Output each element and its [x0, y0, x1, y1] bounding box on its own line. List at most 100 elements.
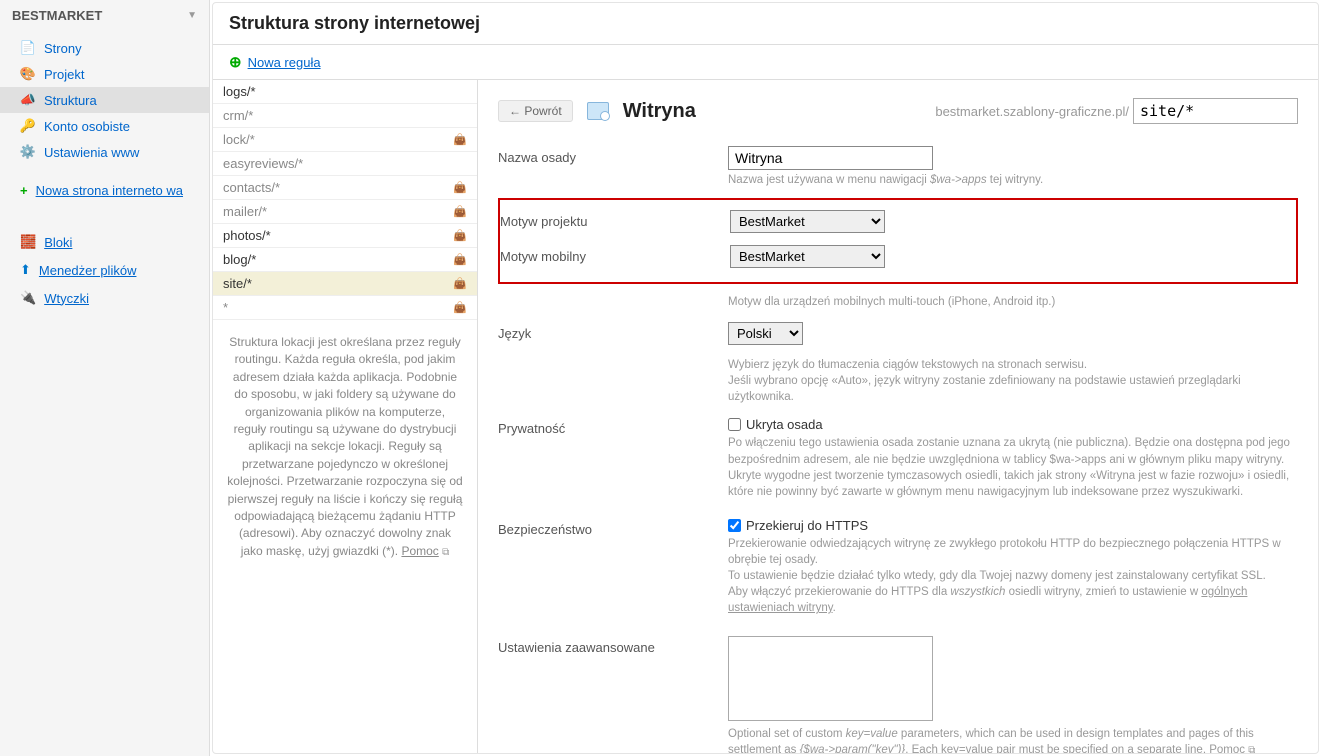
help-link[interactable]: Pomoc	[1209, 744, 1245, 753]
sidebar-nav: 📄 Strony 🎨 Projekt 📣 Struktura 🔑 Konto o…	[0, 31, 209, 177]
external-link-icon: ⧉	[442, 547, 449, 558]
lang-hint: Wybierz język do tłumaczenia ciągów teks…	[728, 357, 1298, 405]
rule-item[interactable]: contacts/* 👜	[213, 176, 477, 200]
sidebar-item-label: Strony	[44, 41, 82, 56]
mobile-theme-label: Motyw mobilny	[500, 245, 730, 264]
sidebar-item-account[interactable]: 🔑 Konto osobiste	[0, 113, 209, 139]
rule-item[interactable]: easyreviews/*	[213, 152, 477, 176]
back-button[interactable]: ← Powrót	[498, 100, 573, 122]
rule-item[interactable]: site/* 👜	[213, 272, 477, 296]
name-hint: Nazwa jest używana w menu nawigacji $wa-…	[728, 172, 1298, 188]
sidebar: BESTMARKET ▼ 📄 Strony 🎨 Projekt 📣 Strukt…	[0, 0, 210, 756]
rule-label: site/*	[223, 276, 252, 291]
privacy-hint: Po włączeniu tego ustawienia osada zosta…	[728, 435, 1298, 499]
rule-label: blog/*	[223, 252, 256, 267]
cart-icon: 👜	[453, 229, 467, 242]
page-icon: 📄	[20, 40, 36, 56]
rule-label: contacts/*	[223, 180, 280, 195]
gear-icon: ⚙️	[20, 144, 36, 160]
rule-item[interactable]: crm/*	[213, 104, 477, 128]
theme-select[interactable]: BestMarket	[730, 210, 885, 233]
advanced-textarea[interactable]	[728, 636, 933, 721]
sidebar-tool-blocks[interactable]: 🧱 Bloki	[0, 228, 209, 256]
privacy-check-label: Ukryta osada	[746, 417, 823, 432]
security-label: Bezpieczeństwo	[498, 518, 728, 537]
rule-label: crm/*	[223, 108, 253, 123]
plus-icon: ⊕	[229, 53, 242, 71]
cart-icon: 👜	[453, 301, 467, 314]
new-site-label: Nowa strona interneto wa	[36, 183, 183, 198]
sidebar-tool-label: Wtyczki	[44, 291, 89, 306]
rule-label: mailer/*	[223, 204, 267, 219]
rule-label: lock/*	[223, 132, 255, 147]
sidebar-item-label: Projekt	[44, 67, 84, 82]
sidebar-item-label: Ustawienia www	[44, 145, 139, 160]
name-label: Nazwa osady	[498, 146, 728, 165]
sidebar-brand[interactable]: BESTMARKET ▼	[0, 0, 209, 31]
main: Struktura strony internetowej ⊕ Nowa reg…	[212, 2, 1319, 754]
page-title: Struktura strony internetowej	[229, 13, 1302, 34]
sidebar-item-label: Konto osobiste	[44, 119, 130, 134]
cart-icon: 👜	[453, 205, 467, 218]
cart-icon: 👜	[453, 277, 467, 290]
mobile-hint: Motyw dla urządzeń mobilnych multi-touch…	[728, 294, 1298, 310]
rules-note: Struktura lokacji jest określana przez r…	[213, 320, 477, 574]
share-icon: 📣	[20, 92, 36, 108]
sidebar-item-structure[interactable]: 📣 Struktura	[0, 87, 209, 113]
rules-list: logs/* crm/* lock/* 👜 easyreviews/* contacts/…	[213, 80, 477, 320]
privacy-checkbox[interactable]	[728, 418, 741, 431]
main-header: Struktura strony internetowej	[213, 3, 1318, 45]
mobile-theme-select[interactable]: BestMarket	[730, 245, 885, 268]
detail-title: Witryna	[623, 100, 696, 123]
help-link[interactable]: Pomoc	[401, 544, 438, 558]
rule-label: logs/*	[223, 84, 256, 99]
sidebar-tool-label: Menedżer plików	[39, 263, 137, 278]
external-link-icon: ⧉	[1248, 745, 1255, 753]
cart-icon: 👜	[453, 133, 467, 146]
name-input[interactable]	[728, 146, 933, 170]
key-icon: 🔑	[20, 118, 36, 134]
rules-column: logs/* crm/* lock/* 👜 easyreviews/* contacts/…	[213, 80, 478, 753]
cart-icon: 👜	[453, 181, 467, 194]
sidebar-tool-filemanager[interactable]: ⬆ Menedżer plików	[0, 256, 209, 284]
new-site-link[interactable]: + Nowa strona interneto wa	[0, 177, 209, 204]
rule-item[interactable]: mailer/* 👜	[213, 200, 477, 224]
plus-icon: +	[20, 183, 28, 198]
rule-item[interactable]: logs/*	[213, 80, 477, 104]
theme-highlight-box: Motyw projektu BestMarket Motyw mobilny …	[498, 198, 1298, 284]
https-check-label: Przekieruj do HTTPS	[746, 518, 868, 533]
sidebar-tool-label: Bloki	[44, 235, 72, 250]
lang-select[interactable]: Polski	[728, 322, 803, 345]
new-rule-bar: ⊕ Nowa reguła	[213, 45, 1318, 80]
advanced-hint: Optional set of custom key=value paramet…	[728, 726, 1298, 753]
sidebar-tool-plugins[interactable]: 🔌 Wtyczki	[0, 284, 209, 312]
rule-label: *	[223, 300, 228, 315]
sidebar-item-label: Struktura	[44, 93, 97, 108]
upload-icon: ⬆	[20, 262, 31, 278]
rule-item[interactable]: lock/* 👜	[213, 128, 477, 152]
palette-icon: 🎨	[20, 66, 36, 82]
new-rule-link[interactable]: Nowa reguła	[248, 55, 321, 70]
lang-label: Język	[498, 322, 728, 341]
sidebar-item-settings[interactable]: ⚙️ Ustawienia www	[0, 139, 209, 165]
rule-item[interactable]: blog/*👜	[213, 248, 477, 272]
blocks-icon: 🧱	[20, 234, 36, 250]
rule-label: easyreviews/*	[223, 156, 303, 171]
rule-item[interactable]: photos/* 👜	[213, 224, 477, 248]
domain-label: bestmarket.szablony-graficzne.pl/	[935, 104, 1129, 119]
security-hint: Przekierowanie odwiedzających witrynę ze…	[728, 536, 1298, 616]
privacy-label: Prywatność	[498, 417, 728, 436]
plug-icon: 🔌	[20, 290, 36, 306]
sidebar-brand-label: BESTMARKET	[12, 8, 102, 23]
caret-down-icon: ▼	[187, 10, 197, 21]
detail-panel: ← Powrót Witryna bestmarket.szablony-gra…	[478, 80, 1318, 753]
https-checkbox[interactable]	[728, 519, 741, 532]
sidebar-item-project[interactable]: 🎨 Projekt	[0, 61, 209, 87]
sidebar-item-pages[interactable]: 📄 Strony	[0, 35, 209, 61]
advanced-label: Ustawienia zaawansowane	[498, 636, 728, 655]
rule-item[interactable]: *👜	[213, 296, 477, 320]
site-icon	[587, 102, 609, 120]
theme-label: Motyw projektu	[500, 210, 730, 229]
rule-label: photos/*	[223, 228, 271, 243]
url-input[interactable]	[1133, 98, 1298, 124]
